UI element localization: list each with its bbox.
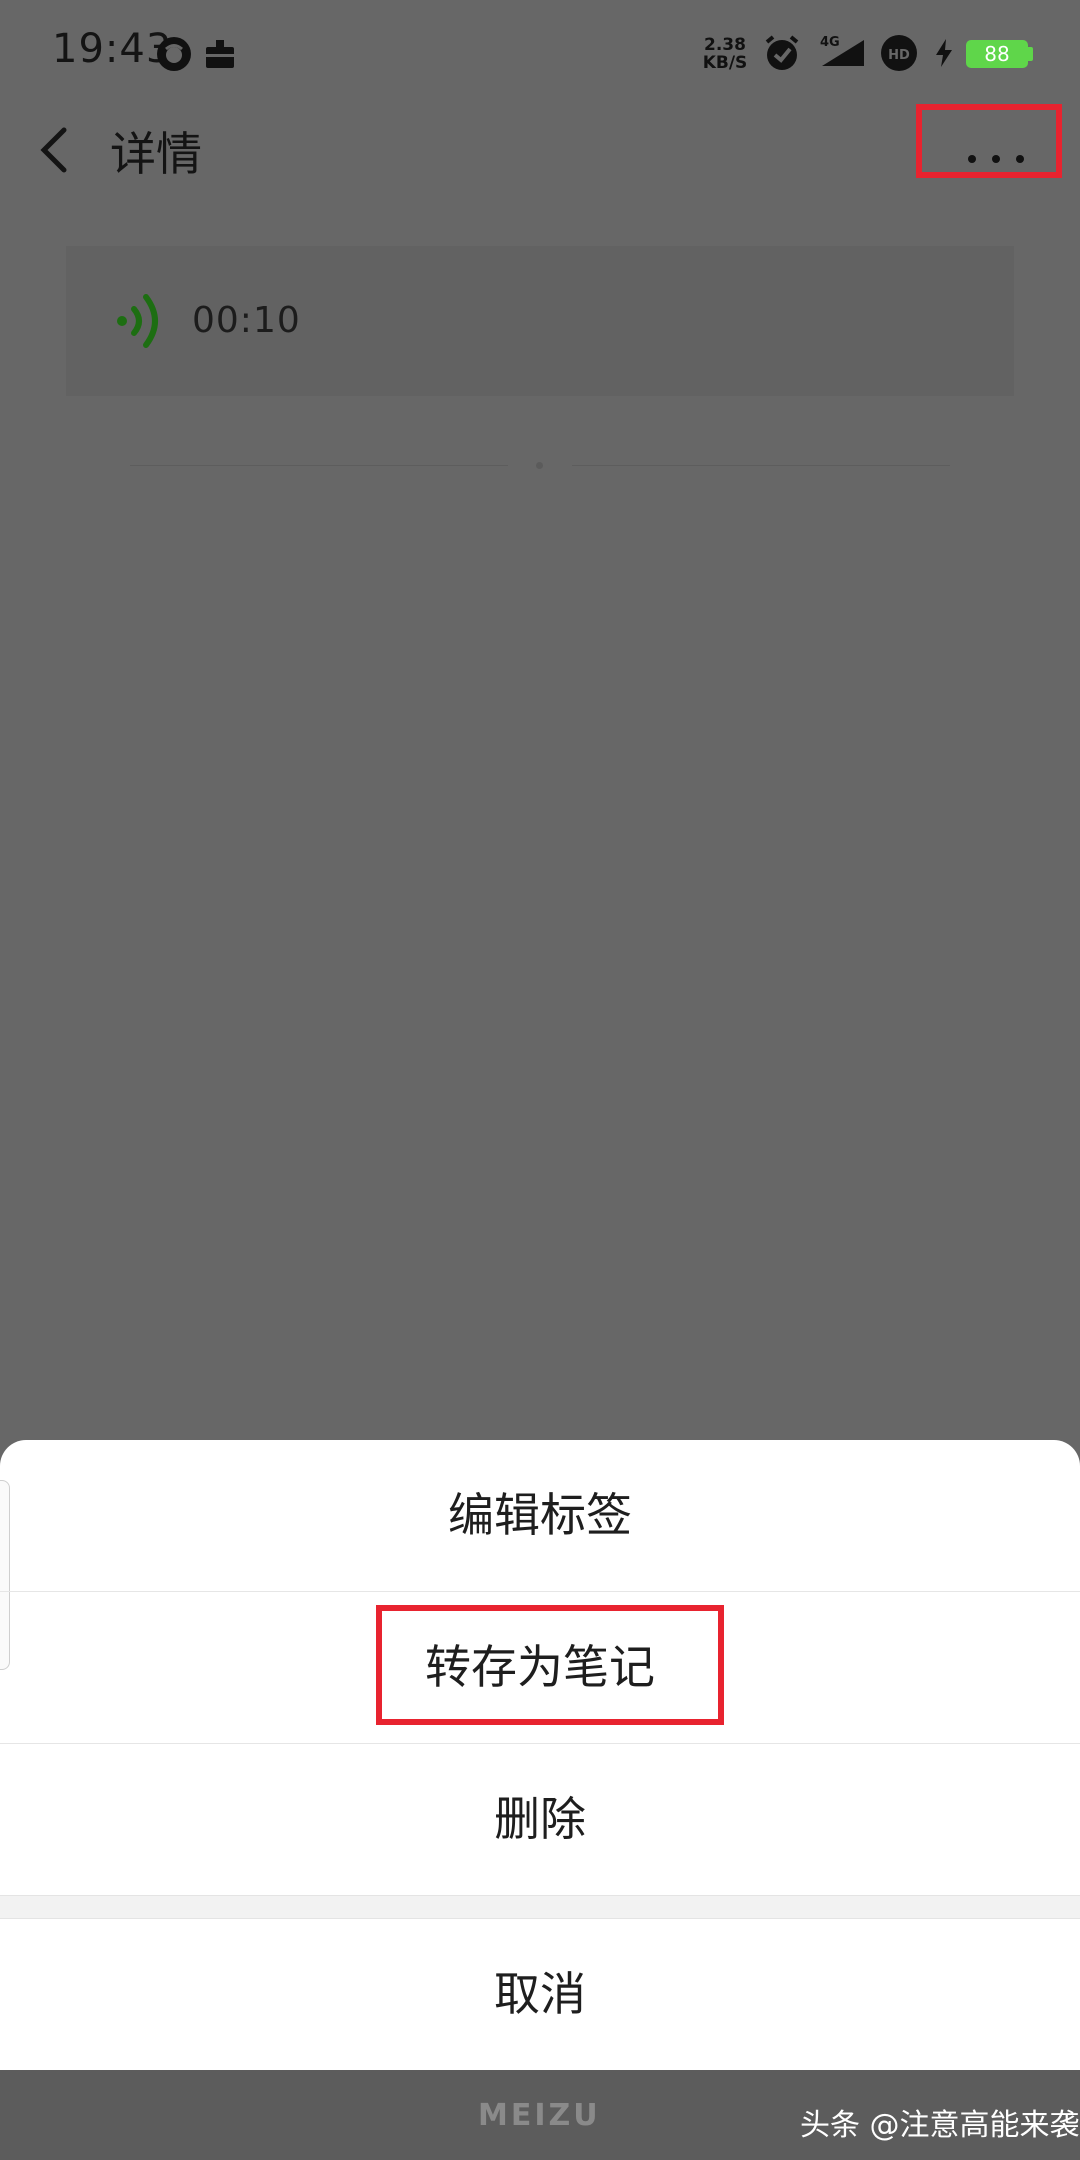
network-speed: 2.38 KB/S	[700, 36, 750, 72]
briefcase-icon	[204, 38, 236, 70]
page-title: 详情	[110, 127, 202, 181]
brand-logo: MEIZU	[478, 2098, 601, 2133]
more-horizontal-icon	[968, 155, 1024, 163]
network-speed-unit: KB/S	[702, 53, 748, 73]
network-type: 4G	[820, 35, 840, 50]
edit-tags-label: 编辑标签	[448, 1488, 632, 1542]
signal-icon: 4G	[818, 34, 866, 68]
chevron-left-icon	[40, 127, 67, 173]
alarm-icon	[764, 34, 800, 72]
section-gap	[0, 1895, 1080, 1919]
bottom-bar: MEIZU 头条 @注意高能来袭	[0, 2070, 1080, 2160]
watermark: 头条 @注意高能来袭	[800, 2108, 1080, 2143]
charging-icon	[934, 38, 954, 68]
highlight-box	[376, 1605, 724, 1725]
action-sheet: 编辑标签 转存为笔记 删除 取消	[0, 1440, 1080, 2070]
edit-tags-button[interactable]: 编辑标签	[0, 1440, 1080, 1591]
cancel-button[interactable]: 取消	[0, 1919, 1080, 2070]
back-button[interactable]	[28, 118, 88, 182]
voice-duration: 00:10	[192, 300, 301, 341]
delete-label: 删除	[494, 1792, 586, 1846]
battery-icon	[1028, 47, 1033, 61]
cancel-label: 取消	[494, 1967, 586, 2021]
hd-voice-icon: HD	[880, 34, 918, 72]
divider-dot	[536, 462, 543, 469]
divider	[130, 465, 508, 466]
status-bar: 19:43 2.38 KB/S 4G HD 88	[0, 0, 1080, 110]
voice-playback-icon	[117, 294, 158, 348]
hd-label: HD	[888, 48, 910, 63]
voice-message-card[interactable]: 00:10	[66, 246, 1014, 396]
status-time: 19:43	[52, 26, 173, 72]
divider	[572, 465, 950, 466]
delete-button[interactable]: 删除	[0, 1744, 1080, 1895]
app-notification-icon	[156, 36, 192, 72]
battery-level: 88	[966, 40, 1028, 68]
more-options-button[interactable]	[916, 104, 1062, 178]
network-speed-value: 2.38	[704, 35, 746, 55]
